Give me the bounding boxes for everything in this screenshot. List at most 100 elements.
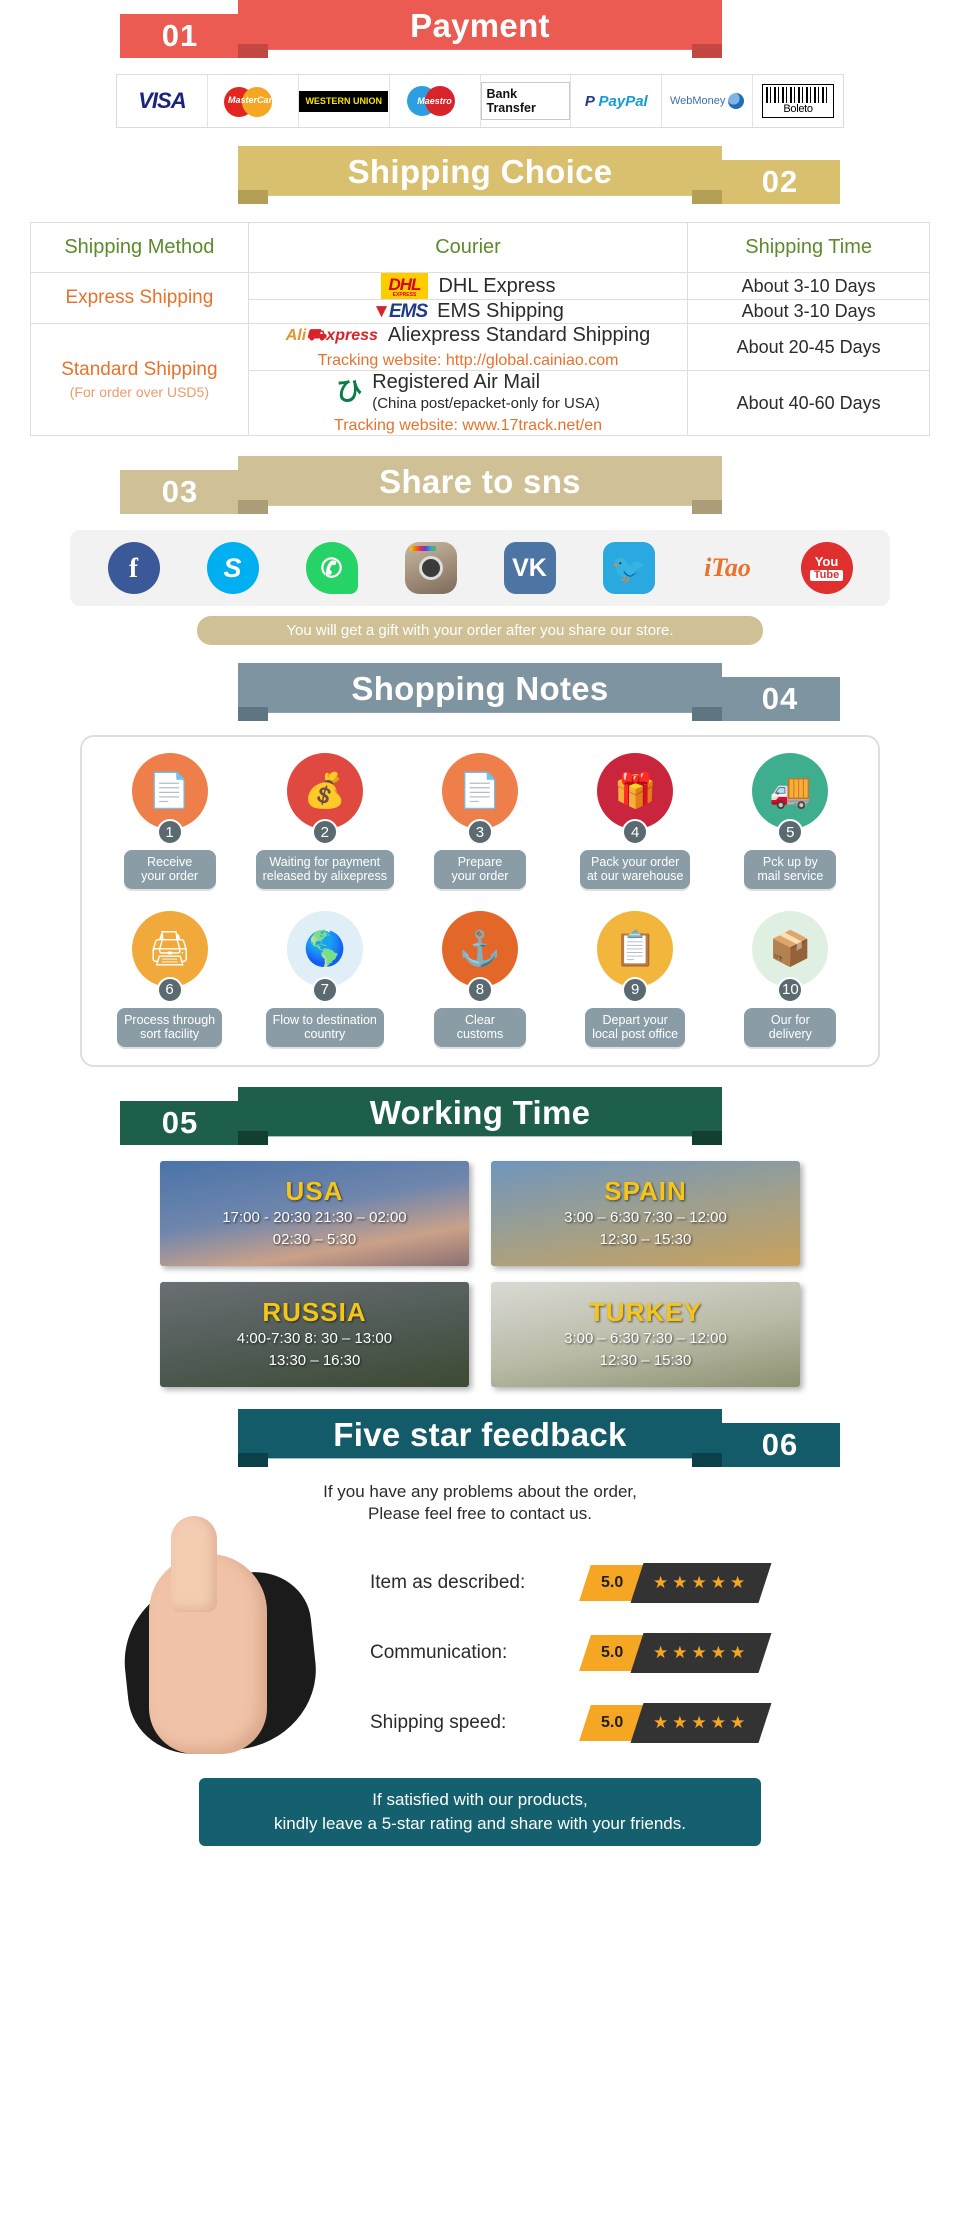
share-gift-banner: You will get a gift with your order afte… [197, 616, 763, 645]
skype-icon[interactable]: S [206, 542, 259, 594]
ribbon-notch-right [692, 500, 722, 514]
share-section-title: Share to sns [238, 456, 722, 514]
youtube-tube-label: Tube [809, 570, 844, 581]
tracking-website-cainiao[interactable]: Tracking website: http://global.cainiao.… [249, 352, 688, 370]
feedback-footer-banner: If satisfied with our products, kindly le… [199, 1778, 761, 1846]
step-number: 7 [311, 976, 338, 1003]
mastercard-logo-icon: MasterCard [220, 83, 286, 119]
itao-icon[interactable]: iTao [702, 542, 754, 594]
ribbon-notch-right [692, 707, 722, 721]
section-header-payment: 01 Payment [120, 0, 840, 58]
whatsapp-icon[interactable]: ✆ [305, 542, 358, 594]
payment-method-boleto: Boleto [753, 75, 843, 127]
step-caption: Flow to destination country [265, 1007, 384, 1047]
instagram-icon[interactable] [404, 542, 457, 594]
working-time-card-turkey: TURKEY 3:00 – 6:30 7:30 – 12:00 12:30 – 1… [491, 1281, 800, 1387]
working-hours: 4:00-7:30 8: 30 – 13:00 13:30 – 16:30 [236, 1329, 393, 1369]
rating-row-shipping-speed: Shipping speed: 5.0 ★★★★★ [370, 1688, 910, 1758]
courier-registered-air-mail: ひ Registered Air Mail (China post/epacke… [247, 370, 689, 436]
payment-method-paypal: P PayPal [571, 75, 663, 127]
ribbon-notch-left [238, 500, 268, 514]
ribbon-notch-left [238, 190, 268, 204]
dhl-logo-icon: DHL EXPRESS [380, 273, 429, 299]
notes-section-number: 04 [720, 677, 840, 721]
thumb-shape [171, 1516, 217, 1613]
working-section-number: 05 [120, 1100, 240, 1145]
payment-method-visa: VISA [117, 75, 208, 127]
boleto-label: Boleto [783, 103, 813, 115]
step-caption: Our for delivery [744, 1007, 837, 1047]
section-header-shipping: Shipping Choice 02 [120, 146, 840, 204]
country-name: RUSSIA [262, 1296, 367, 1327]
barcode-icon [766, 87, 831, 103]
notes-row-2: 🖨 6 Process through sort facility 🌎 7 Flo… [92, 910, 868, 1047]
aliexpress-logo-icon: Ali⛟xpress [285, 326, 378, 344]
payment-section-number: 01 [120, 14, 240, 58]
vk-icon[interactable]: VK [503, 542, 556, 594]
note-step-5: 🚚 5 Pck up by mail service [715, 753, 865, 889]
step-caption: Process through sort facility [117, 1007, 223, 1047]
payment-method-mastercard: MasterCard [208, 75, 299, 127]
method-express-shipping: Express Shipping [30, 272, 249, 324]
ribbon-notch-left [238, 44, 268, 58]
step-number: 3 [466, 819, 493, 845]
country-name: TURKEY [589, 1296, 702, 1327]
payment-method-western-union: WESTERN UNION [299, 75, 390, 127]
bank-transfer-logo-icon: Bank Transfer [480, 82, 571, 120]
feedback-section-number: 06 [720, 1422, 840, 1467]
step-number: 8 [466, 976, 493, 1003]
mastercard-label: MasterCard [228, 95, 278, 105]
courier-dhl: DHL EXPRESS DHL Express [247, 272, 689, 300]
courier-name: DHL Express [438, 274, 556, 297]
ribbon-notch-right [692, 1452, 722, 1467]
step-number: 9 [622, 976, 649, 1003]
step-number: 4 [622, 819, 649, 845]
twitter-icon[interactable]: 🐦 [602, 542, 655, 594]
payment-method-webmoney: WebMoney [662, 75, 754, 127]
gift-box-icon: 🎁 [597, 753, 674, 829]
country-name: SPAIN [604, 1175, 687, 1206]
courier-name: EMS Shipping [437, 300, 564, 322]
table-row: Standard Shipping (For order over USD5) … [30, 323, 930, 436]
shipping-time-dhl: About 3-10 Days [687, 272, 930, 300]
method-note: (For order over USD5) [69, 383, 209, 400]
working-time-card-spain: SPAIN 3:00 – 6:30 7:30 – 12:00 12:30 – 15… [491, 1160, 800, 1266]
share-section-number: 03 [120, 470, 240, 514]
youtube-icon[interactable]: You Tube [800, 542, 853, 594]
courier-row: ひ Registered Air Mail (China post/epacke… [249, 371, 688, 412]
section-header-working-time: 05 Working Time [120, 1086, 840, 1145]
method-standard-shipping: Standard Shipping (For order over USD5) [30, 323, 249, 436]
tracking-website-17track[interactable]: Tracking website: www.17track.net/en [249, 417, 688, 435]
working-time-grid: USA 17:00 - 20:30 21:30 – 02:00 02:30 – 5… [160, 1160, 800, 1387]
product-info-page: 01 Payment VISA MasterCard WESTERN UNION… [0, 0, 960, 1866]
step-number: 5 [777, 819, 804, 845]
courier-name: Registered Air Mail [372, 371, 541, 393]
mail-truck-icon: 🚚 [752, 753, 829, 829]
step-caption: Clear customs [433, 1007, 526, 1047]
section-header-share: 03 Share to sns [120, 456, 840, 514]
feedback-section-title: Five star feedback [238, 1408, 722, 1467]
section-header-notes: Shopping Notes 04 [120, 663, 840, 721]
section-header-feedback: Five star feedback 06 [120, 1408, 840, 1467]
paypal-label: PayPal [598, 92, 648, 110]
rating-stars-icon: ★★★★★ [630, 1633, 772, 1674]
shipping-section-number: 02 [720, 160, 840, 204]
thumbs-up-hand-icon [116, 1516, 325, 1761]
facebook-icon[interactable]: f [107, 542, 160, 594]
document-hand-icon: 📄 [441, 753, 518, 829]
working-time-card-usa: USA 17:00 - 20:30 21:30 – 02:00 02:30 – 5… [160, 1160, 469, 1266]
rating-stars-icon: ★★★★★ [630, 1703, 772, 1744]
rating-rows: Item as described: 5.0 ★★★★★ Communicati… [370, 1532, 910, 1758]
feedback-ratings-area: Item as described: 5.0 ★★★★★ Communicati… [50, 1516, 910, 1772]
note-step-8: ⚓ 8 Clear customs [405, 910, 555, 1047]
working-hours: 3:00 – 6:30 7:30 – 12:00 12:30 – 15:30 [564, 1329, 727, 1369]
note-step-4: 🎁 4 Pack your order at our warehouse [560, 753, 710, 889]
courier-row: Ali⛟xpress Aliexpress Standard Shipping [249, 324, 688, 347]
rating-label: Communication: [370, 1642, 508, 1664]
table-header-row: Shipping Method Courier Shipping Time [30, 222, 930, 273]
clipboard-worker-icon: 📋 [597, 910, 674, 987]
document-hand-icon: 📄 [131, 753, 208, 829]
scanner-icon: 🖨 [131, 910, 208, 987]
step-caption: Depart your local post office [585, 1007, 686, 1047]
payment-methods-strip: VISA MasterCard WESTERN UNION Maestro Ba… [116, 74, 844, 128]
